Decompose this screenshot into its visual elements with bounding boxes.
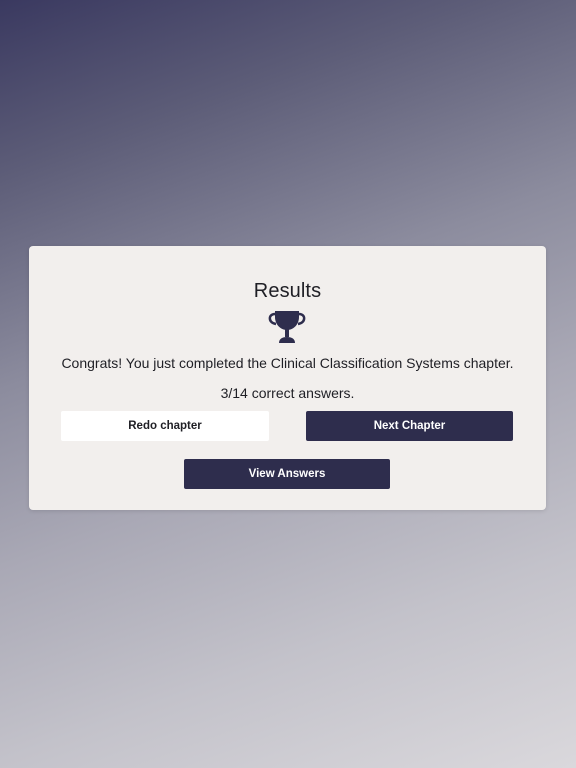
- next-chapter-button[interactable]: Next Chapter: [306, 411, 513, 441]
- results-title: Results: [253, 280, 322, 302]
- score-summary: 3/14 correct answers.: [220, 385, 355, 401]
- redo-chapter-button[interactable]: Redo chapter: [61, 411, 269, 441]
- trophy-icon: [267, 309, 307, 345]
- congrats-message: Congrats! You just completed the Clinica…: [61, 355, 514, 371]
- results-dialog: Results Congrats! You just completed the…: [29, 246, 546, 510]
- view-answers-button[interactable]: View Answers: [184, 459, 390, 489]
